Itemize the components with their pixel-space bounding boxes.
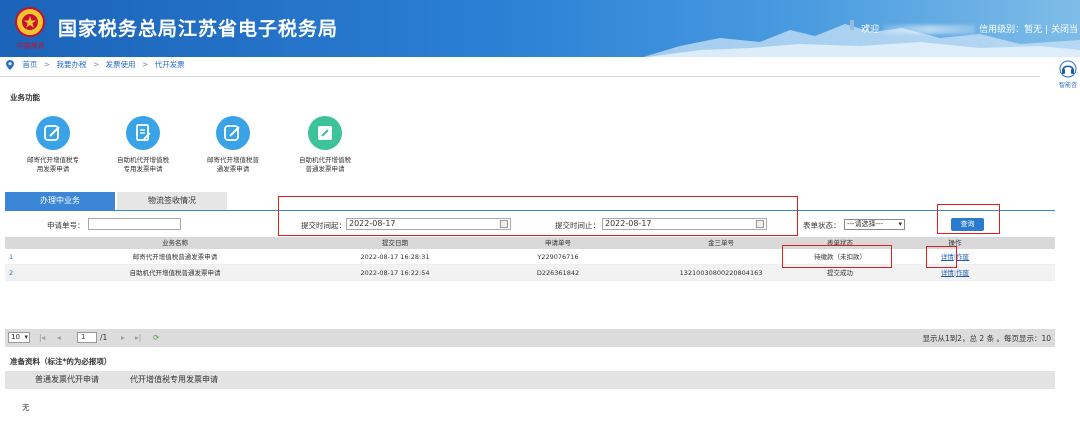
prepare-title: 准备资料（标注*的为必报项） <box>10 357 112 366</box>
chevron-down-icon: ▾ <box>898 220 902 228</box>
col-jin3-no: 金三单号 <box>708 239 734 247</box>
row-number: 1 <box>9 253 14 261</box>
pager-info: 显示从1到2，总 2 条 。每页显示：10 <box>922 334 1051 343</box>
func-kiosk-special-invoice[interactable]: 自助机代开增值税 专用发票申请 <box>98 116 188 174</box>
pagination-bar: 10 ▾ |◂ ◂ 1 /1 ▸ ▸| ⟳ 显示从1到2，总 2 条 。每页显示：… <box>5 329 1055 347</box>
breadcrumb-separator: > <box>92 60 100 69</box>
credit-value: 暂无 <box>1024 25 1043 35</box>
func-label: 自助机代开增值税 普通发票申请 <box>299 156 351 173</box>
redacted-username <box>883 25 976 34</box>
table-row[interactable]: 2 自助机代开增值税普通发票申请 2022-08-17 16:22:54 D22… <box>5 265 1055 281</box>
page-header: 中国税务 国家税务总局江苏省电子税务局 欢迎 信用级别：暂无 | 关闭当 <box>0 0 1080 57</box>
row-submit-date: 2022-08-17 16:28:31 <box>360 253 430 261</box>
row-submit-date: 2022-08-17 16:22:54 <box>360 269 430 277</box>
row-jin3-no: 13210030800220804163 <box>679 269 763 277</box>
func-kiosk-ordinary-invoice[interactable]: 自助机代开增值税 普通发票申请 <box>280 116 370 174</box>
breadcrumb-separator: > <box>141 60 149 69</box>
chevron-down-icon: ▾ <box>24 333 28 341</box>
credit-label: 信用级别： <box>979 25 1025 35</box>
app-no-label: 申请单号： <box>47 221 85 230</box>
page-size-select[interactable]: 10 ▾ <box>8 332 30 343</box>
breadcrumb-home[interactable]: 首页 <box>22 60 37 69</box>
site-title: 国家税务总局江苏省电子税务局 <box>58 18 339 40</box>
app-no-input[interactable] <box>88 218 181 230</box>
smart-assistant[interactable]: 智能咨 <box>1056 60 1080 89</box>
empty-text: 无 <box>22 403 30 412</box>
emblem-caption: 中国税务 <box>16 42 45 50</box>
breadcrumb: 首页 > 我要办税 > 发票使用 > 代开发票 <box>0 59 1080 75</box>
functions-title: 业务功能 <box>10 93 40 102</box>
func-mail-special-invoice[interactable]: 邮寄代开增值税专 用发票申请 <box>8 116 98 174</box>
document-edit-icon <box>126 116 160 150</box>
assistant-label: 智能咨 <box>1058 82 1077 89</box>
row-business-name: 邮寄代开增值税普通发票申请 <box>132 253 218 261</box>
col-app-no: 申请单号 <box>545 239 571 247</box>
first-page-icon[interactable]: |◂ <box>39 333 45 342</box>
breadcrumb-invoice-use[interactable]: 发票使用 <box>106 60 136 69</box>
tax-emblem-logo: 中国税务 <box>15 7 45 50</box>
annotation-box-detail <box>926 246 957 268</box>
func-mail-ordinary-invoice[interactable]: 邮寄代开增值税普 通发票申请 <box>188 116 278 174</box>
refresh-icon[interactable]: ⟳ <box>153 333 159 342</box>
row-business-name: 自助机代开增值税普通发票申请 <box>129 269 221 277</box>
annotation-box-query <box>937 204 1000 234</box>
row-app-no: Y229076716 <box>537 253 579 261</box>
user-info: 欢迎 信用级别：暂无 | 关闭当 <box>861 22 1078 35</box>
next-page-icon[interactable]: ▸ <box>121 333 125 342</box>
form-status-value: ---请选择--- <box>847 220 884 228</box>
header-divider: | <box>1045 25 1049 35</box>
edit-icon <box>216 116 250 150</box>
breadcrumb-separator: > <box>43 60 51 69</box>
tab-logistics[interactable]: 物流签收情况 <box>117 192 227 210</box>
table-header: 业务名称 提交日期 申请单号 金三单号 表单状态 操作 <box>5 237 1055 249</box>
form-status-select[interactable]: ---请选择--- ▾ <box>844 219 905 230</box>
breadcrumb-tax[interactable]: 我要办税 <box>56 60 86 69</box>
current-page-value: 1 <box>81 333 86 341</box>
row-number: 2 <box>9 269 14 277</box>
func-label: 邮寄代开增值税专 用发票申请 <box>27 156 79 173</box>
tab-in-progress[interactable]: 办理中业务 <box>5 192 115 210</box>
page-size-value: 10 <box>11 333 20 341</box>
last-page-icon[interactable]: ▸| <box>135 333 141 342</box>
business-table: 业务名称 提交日期 申请单号 金三单号 表单状态 操作 1 邮寄代开增值税普通发… <box>5 237 1055 281</box>
tab-special-invoice-apply[interactable]: 代开增值税专用发票申请 <box>130 371 218 389</box>
edit-icon <box>36 116 70 150</box>
detail-link[interactable]: 详情 <box>941 269 954 277</box>
col-submit-date: 提交日期 <box>382 239 408 247</box>
form-status-label: 表单状态： <box>803 221 841 230</box>
current-page-input[interactable]: 1 <box>77 332 97 343</box>
table-row[interactable]: 1 邮寄代开增值税普通发票申请 2022-08-17 16:28:31 Y229… <box>5 249 1055 265</box>
void-link[interactable]: 作废 <box>956 269 969 277</box>
total-pages: /1 <box>100 333 108 342</box>
func-label: 自助机代开增值税 专用发票申请 <box>117 156 169 173</box>
func-label: 邮寄代开增值税普 通发票申请 <box>207 156 259 173</box>
annotation-box-status <box>782 245 892 268</box>
row-app-no: D226361842 <box>536 269 580 277</box>
prepare-tabs: 普通发票代开申请 代开增值税专用发票申请 <box>5 371 1055 389</box>
prev-page-icon[interactable]: ◂ <box>57 333 61 342</box>
col-business-name: 业务名称 <box>162 239 188 247</box>
breadcrumb-divider <box>0 76 1040 77</box>
tab-ordinary-invoice-apply[interactable]: 普通发票代开申请 <box>35 371 99 389</box>
void-link[interactable]: 作废 <box>956 253 969 261</box>
annotation-box-dates <box>278 196 798 236</box>
welcome-text: 欢迎 <box>861 25 880 35</box>
breadcrumb-issue-invoice[interactable]: 代开发票 <box>155 60 185 69</box>
location-pin-icon <box>6 59 14 70</box>
pencil-note-icon <box>308 116 342 150</box>
close-link[interactable]: 关闭当 <box>1051 25 1078 35</box>
headset-icon <box>1059 60 1077 78</box>
